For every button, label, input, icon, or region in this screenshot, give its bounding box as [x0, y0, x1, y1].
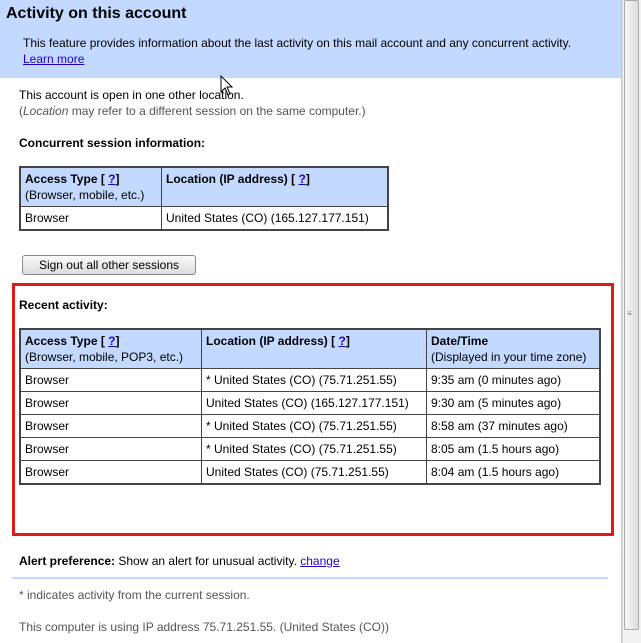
access-type-title: Access Type [ — [25, 172, 105, 186]
intro-description: This feature provides information about … — [23, 36, 572, 50]
access-help-link[interactable]: ? — [108, 334, 115, 348]
change-alert-link[interactable]: change — [300, 554, 339, 568]
session-status: This account is open in one other locati… — [19, 87, 366, 119]
alert-text: Show an alert for unusual activity. — [115, 554, 301, 568]
bracket-close: ] — [305, 172, 310, 186]
recent-location-header: Location (IP address) [ ?] — [201, 328, 427, 369]
location-note-rest: may refer to a different session on the … — [68, 104, 366, 118]
scrollbar-grip-icon: ≡ — [627, 309, 632, 318]
location-cell: * United States (CO) (75.71.251.55) — [201, 437, 427, 461]
location-note: (Location may refer to a different sessi… — [19, 104, 366, 118]
date-cell: 8:58 am (37 minutes ago) — [426, 414, 601, 438]
alert-label: Alert preference: — [19, 554, 116, 568]
learn-more-link[interactable]: Learn more — [23, 52, 84, 66]
access-cell: Browser — [19, 414, 202, 438]
location-cell: * United States (CO) (75.71.251.55) — [201, 368, 427, 392]
location-help-link[interactable]: ? — [338, 334, 345, 348]
bracket-close: ] — [345, 334, 350, 348]
intro-text: This feature provides information about … — [23, 35, 583, 67]
access-cell: Browser — [19, 460, 202, 485]
header-panel: Activity on this account This feature pr… — [0, 0, 621, 78]
recent-heading: Recent activity: — [19, 298, 108, 312]
section-divider — [12, 577, 608, 579]
ip-address-note: This computer is using IP address 75.71.… — [19, 620, 389, 634]
access-cell: Browser — [19, 368, 202, 392]
table-row: Browser * United States (CO) (75.71.251.… — [19, 368, 601, 392]
footnote: * indicates activity from the current se… — [19, 588, 250, 602]
access-type-sub: (Browser, mobile, POP3, etc.) — [25, 350, 184, 364]
access-cell: Browser — [19, 391, 202, 415]
bracket-close: ] — [115, 334, 120, 348]
table-row: Browser United States (CO) (165.127.177.… — [19, 391, 601, 415]
table-row: Browser United States (CO) (75.71.251.55… — [19, 460, 601, 485]
location-title: Location (IP address) [ — [166, 172, 296, 186]
date-cell: 9:35 am (0 minutes ago) — [426, 368, 601, 392]
access-type-title: Access Type [ — [25, 334, 105, 348]
sign-out-sessions-button[interactable]: Sign out all other sessions — [22, 255, 196, 275]
table-row: Browser * United States (CO) (75.71.251.… — [19, 437, 601, 461]
concurrent-access-header: Access Type [ ?] (Browser, mobile, etc.) — [19, 166, 162, 207]
access-help-link[interactable]: ? — [108, 172, 115, 186]
date-title: Date/Time — [431, 334, 489, 348]
concurrent-table: Access Type [ ?] (Browser, mobile, etc.) … — [19, 166, 389, 231]
access-type-sub: (Browser, mobile, etc.) — [25, 188, 145, 202]
location-note-em: Location — [23, 104, 69, 118]
table-row: Browser United States (CO) (165.127.177.… — [19, 206, 389, 231]
alert-preference: Alert preference: Show an alert for unus… — [19, 553, 340, 569]
location-cell: United States (CO) (165.127.177.151) — [201, 391, 427, 415]
date-cell: 9:30 am (5 minutes ago) — [426, 391, 601, 415]
location-cell: United States (CO) (75.71.251.55) — [201, 460, 427, 485]
access-cell: Browser — [19, 437, 202, 461]
date-cell: 8:04 am (1.5 hours ago) — [426, 460, 601, 485]
concurrent-heading: Concurrent session information: — [19, 136, 206, 150]
table-row: Browser * United States (CO) (75.71.251.… — [19, 414, 601, 438]
mouse-pointer-icon — [220, 75, 234, 96]
date-sub: (Displayed in your time zone) — [431, 350, 587, 364]
recent-header-row: Access Type [ ?] (Browser, mobile, POP3, … — [19, 328, 601, 369]
location-title: Location (IP address) [ — [206, 334, 336, 348]
location-cell: * United States (CO) (75.71.251.55) — [201, 414, 427, 438]
concurrent-location-header: Location (IP address) [ ?] — [161, 166, 389, 207]
page-title: Activity on this account — [6, 5, 187, 22]
activity-page: Activity on this account This feature pr… — [0, 0, 622, 643]
recent-date-header: Date/Time (Displayed in your time zone) — [426, 328, 601, 369]
location-cell: United States (CO) (165.127.177.151) — [161, 206, 389, 231]
open-locations-text: This account is open in one other locati… — [19, 88, 244, 102]
concurrent-header-row: Access Type [ ?] (Browser, mobile, etc.) … — [19, 166, 389, 207]
access-cell: Browser — [19, 206, 162, 231]
recent-access-header: Access Type [ ?] (Browser, mobile, POP3, … — [19, 328, 202, 369]
recent-activity-table: Access Type [ ?] (Browser, mobile, POP3, … — [19, 328, 601, 485]
bracket-close: ] — [115, 172, 120, 186]
location-help-link[interactable]: ? — [298, 172, 305, 186]
date-cell: 8:05 am (1.5 hours ago) — [426, 437, 601, 461]
